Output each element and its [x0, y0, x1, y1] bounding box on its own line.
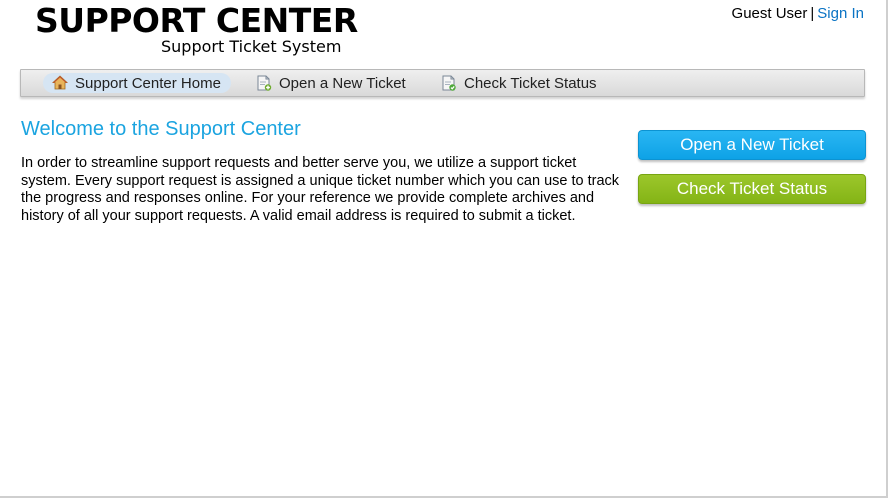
intro-text: In order to streamline support requests …: [21, 155, 620, 224]
check-ticket-status-button[interactable]: Check Ticket Status: [638, 174, 866, 204]
nav-bar: Support Center Home Open a New Ticket Ch…: [20, 69, 865, 97]
sign-in-link[interactable]: Sign In: [817, 5, 864, 22]
nav-item-check-status[interactable]: Check Ticket Status: [441, 73, 597, 93]
nav-item-open-ticket[interactable]: Open a New Ticket: [256, 73, 406, 93]
home-icon: [51, 75, 69, 91]
ticket-status-icon: [441, 75, 457, 91]
new-ticket-icon: [256, 75, 272, 91]
logo[interactable]: SUPPORT CENTER Support Ticket System: [35, 1, 358, 62]
logo-title: SUPPORT CENTER: [35, 1, 358, 40]
user-area: Guest User | Sign In: [732, 5, 864, 23]
nav-item-label: Check Ticket Status: [464, 74, 597, 92]
separator: |: [810, 5, 815, 22]
page-title: Welcome to the Support Center: [21, 118, 301, 140]
guest-user-label: Guest User: [731, 5, 808, 22]
logo-subtitle: Support Ticket System: [161, 37, 342, 56]
nav-item-label: Support Center Home: [75, 74, 221, 92]
header: SUPPORT CENTER Support Ticket System Gue…: [0, 0, 886, 66]
open-new-ticket-button[interactable]: Open a New Ticket: [638, 130, 866, 160]
nav-item-home[interactable]: Support Center Home: [43, 73, 231, 93]
page: SUPPORT CENTER Support Ticket System Gue…: [0, 0, 888, 498]
nav-item-label: Open a New Ticket: [279, 74, 406, 92]
